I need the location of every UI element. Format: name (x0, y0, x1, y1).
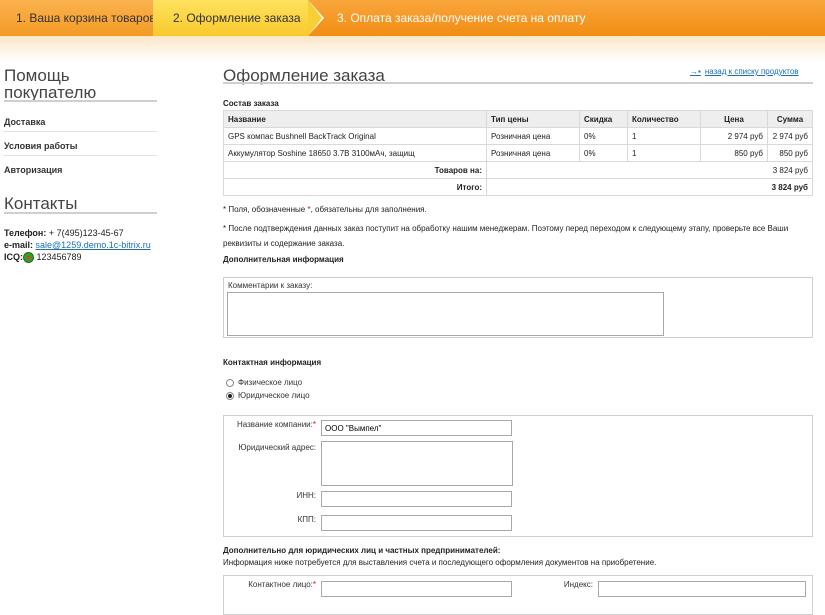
col-discount: Скидка (579, 110, 628, 128)
table-row: GPS компас Bushnell BackTrack Original Р… (223, 127, 813, 145)
sidebar-separator (4, 131, 157, 132)
required-star: * (312, 580, 316, 589)
col-price: Цена (700, 110, 768, 128)
title-divider (223, 82, 813, 84)
table-row: Аккумулятор Soshine 18650 3.7В 3100мАч, … (223, 144, 813, 162)
required-star: * (312, 420, 316, 429)
cell-price-type: Розничная цена (486, 127, 580, 145)
confirmation-note: * После подтверждения данных заказ посту… (223, 224, 789, 248)
inn-input[interactable] (321, 491, 512, 507)
email-link[interactable]: sale@1259.demo.1c-bitrix.ru (36, 240, 151, 250)
note-text-a: * Поля, обозначенные (223, 205, 308, 214)
icq-flower-icon (23, 252, 34, 264)
table-header-row: Название Тип цены Скидка Количество Цена… (223, 110, 813, 128)
sidebar-separator (4, 155, 157, 156)
index-input[interactable] (598, 581, 806, 597)
legal-extra-note: Информация ниже потребуется для выставле… (223, 558, 657, 567)
kpp-label: КПП: (297, 515, 316, 524)
col-sum: Сумма (767, 110, 813, 128)
step-arrow-active (308, 0, 322, 36)
total-label: Итого: (223, 178, 487, 196)
back-to-products-link[interactable]: →▪ назад к списку продуктов (690, 67, 799, 76)
contacts-title: Контакты (4, 194, 78, 213)
comment-label: Комментарии к заказу: (228, 281, 313, 290)
radio-individual-label[interactable]: Физическое лицо (238, 378, 302, 387)
phone-value: + 7(495)123-45-67 (48, 228, 124, 238)
cell-price: 850 руб (700, 144, 768, 162)
contact-email: e-mail: sale@1259.demo.1c-bitrix.ru (4, 240, 151, 250)
radio-legal-entity[interactable] (226, 392, 234, 400)
contact-person-text: Контактное лицо: (248, 580, 313, 589)
sidebar-link-auth[interactable]: Авторизация (4, 165, 62, 175)
table-subtotal-row: Товаров на: 3 824 руб (223, 161, 813, 179)
radio-legal-entity-label[interactable]: Юридическое лицо (238, 391, 310, 400)
sidebar-link-terms[interactable]: Условия работы (4, 141, 77, 151)
step-checkout-active: 2. Оформление заказа (153, 0, 308, 36)
note-text-b: , обязательны для заполнения. (310, 205, 427, 214)
subtotal-label: Товаров на: (223, 161, 487, 179)
company-name-input[interactable] (321, 420, 512, 436)
index-label: Индекс: (563, 580, 593, 589)
table-total-row: Итого: 3 824 руб (223, 178, 813, 196)
subtotal-value: 3 824 руб (486, 161, 813, 179)
col-price-type: Тип цены (486, 110, 580, 128)
legal-extra-title: Дополнительно для юридических лиц и част… (223, 546, 501, 555)
checkout-steps-bar: 3. Оплата заказа/получение счета на опла… (0, 0, 825, 62)
help-title: Помощь (4, 66, 70, 85)
cell-sum: 850 руб (767, 144, 813, 162)
total-value: 3 824 руб (486, 178, 813, 196)
order-table: Название Тип цены Скидка Количество Цена… (223, 110, 813, 196)
sidebar-link-delivery[interactable]: Доставка (4, 117, 45, 127)
legal-address-textarea[interactable] (321, 441, 513, 486)
kpp-input[interactable] (321, 515, 512, 531)
email-label: e-mail: (4, 240, 34, 250)
contact-icq: ICQ: 123456789 (4, 252, 82, 264)
contact-person-input[interactable] (321, 581, 512, 597)
company-label-text: Название компании: (237, 420, 313, 429)
order-section-title: Состав заказа (223, 99, 279, 108)
contact-info-title: Контактная информация (223, 358, 322, 367)
step-cart[interactable]: 1. Ваша корзина товаров (0, 0, 156, 36)
phone-label: Телефон: (4, 228, 47, 238)
required-fields-note: * Поля, обозначенные *, обязательны для … (223, 202, 427, 217)
cell-discount: 0% (579, 127, 628, 145)
help-divider (4, 100, 157, 102)
cell-quantity: 1 (627, 144, 701, 162)
cell-price: 2 974 руб (700, 127, 768, 145)
steps-shadow (0, 36, 825, 62)
col-name: Название (223, 110, 487, 128)
cell-name: GPS компас Bushnell BackTrack Original (223, 127, 487, 145)
extra-info-title: Дополнительная информация (223, 255, 344, 264)
help-title-line2: покупателю (4, 83, 97, 102)
cell-discount: 0% (579, 144, 628, 162)
icq-value: 123456789 (36, 252, 82, 262)
col-quantity: Количество (627, 110, 701, 128)
cell-price-type: Розничная цена (486, 144, 580, 162)
contacts-divider (4, 212, 157, 214)
cell-quantity: 1 (627, 127, 701, 145)
step-payment[interactable]: 3. Оплата заказа/получение счета на опла… (325, 0, 725, 36)
cell-sum: 2 974 руб (767, 127, 813, 145)
back-link-text[interactable]: назад к списку продуктов (705, 67, 799, 76)
legal-address-label: Юридический адрес: (238, 443, 316, 452)
radio-individual[interactable] (226, 379, 234, 387)
arrow-right-icon: →▪ (690, 67, 701, 76)
inn-label: ИНН: (296, 491, 316, 500)
cell-name: Аккумулятор Soshine 18650 3.7В 3100мАч, … (223, 144, 487, 162)
company-name-label: Название компании:* (224, 420, 316, 429)
contact-phone: Телефон: + 7(495)123-45-67 (4, 228, 124, 238)
icq-label: ICQ: (4, 252, 23, 262)
contact-person-label: Контактное лицо:* (224, 580, 316, 589)
comment-textarea[interactable] (227, 292, 664, 336)
